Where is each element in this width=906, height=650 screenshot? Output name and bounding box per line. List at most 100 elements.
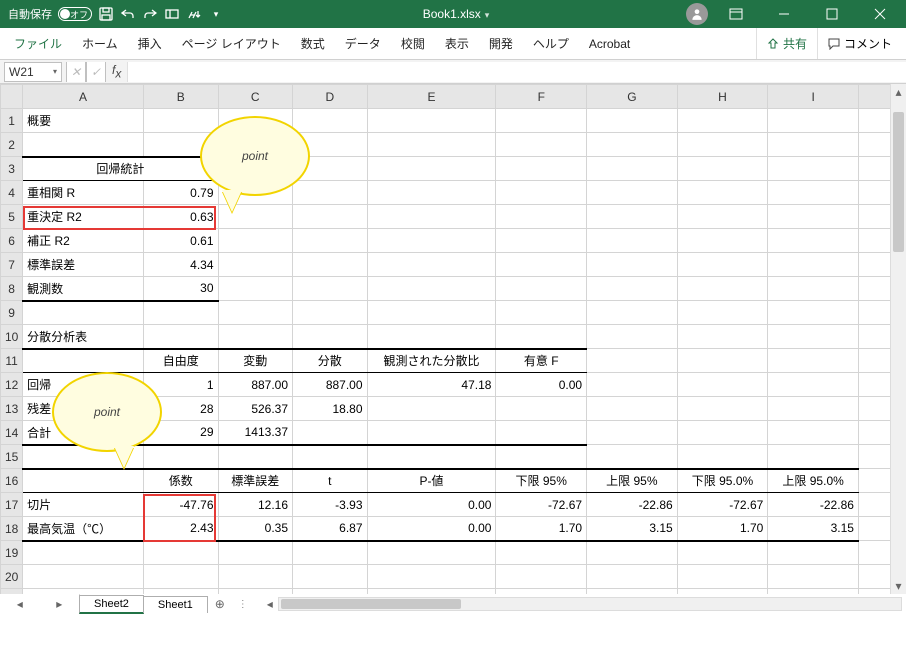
- cell[interactable]: [293, 541, 368, 565]
- scroll-up-icon[interactable]: ▴: [891, 84, 906, 100]
- confirm-icon[interactable]: ✓: [86, 62, 106, 82]
- cell[interactable]: 4.34: [143, 253, 218, 277]
- cell[interactable]: 上限 95%: [587, 469, 678, 493]
- cell[interactable]: [496, 253, 587, 277]
- cell[interactable]: [587, 133, 678, 157]
- tab-view[interactable]: 表示: [435, 28, 479, 59]
- redo-icon[interactable]: [142, 6, 158, 22]
- col-header[interactable]: E: [367, 85, 496, 109]
- row-header[interactable]: 16: [1, 469, 23, 493]
- cell[interactable]: 18.80: [293, 397, 368, 421]
- cell[interactable]: [677, 397, 768, 421]
- col-header[interactable]: A: [23, 85, 144, 109]
- cell[interactable]: 526.37: [218, 397, 293, 421]
- cell[interactable]: [768, 565, 859, 589]
- cell[interactable]: [23, 349, 144, 373]
- cell[interactable]: 1.70: [496, 517, 587, 541]
- cell[interactable]: -47.76: [143, 493, 218, 517]
- cell[interactable]: [293, 565, 368, 589]
- cell[interactable]: [367, 421, 496, 445]
- cell[interactable]: -72.67: [677, 493, 768, 517]
- cell[interactable]: 0.00: [367, 517, 496, 541]
- cell[interactable]: t: [293, 469, 368, 493]
- row-header[interactable]: 13: [1, 397, 23, 421]
- cell[interactable]: 観測された分散比: [367, 349, 496, 373]
- cell[interactable]: [587, 109, 678, 133]
- cell[interactable]: [496, 445, 587, 469]
- cell[interactable]: [768, 157, 859, 181]
- tab-acrobat[interactable]: Acrobat: [579, 28, 640, 59]
- cell[interactable]: [677, 445, 768, 469]
- cell[interactable]: [218, 253, 293, 277]
- cell[interactable]: 観測数: [23, 277, 144, 301]
- cell[interactable]: [768, 133, 859, 157]
- cell[interactable]: [367, 325, 496, 349]
- cell[interactable]: [218, 325, 293, 349]
- cell[interactable]: 12.16: [218, 493, 293, 517]
- cell[interactable]: [143, 541, 218, 565]
- sheet-nav-prev-icon[interactable]: ◂: [17, 597, 23, 611]
- cell[interactable]: [143, 565, 218, 589]
- cell[interactable]: [768, 205, 859, 229]
- cell[interactable]: 概要: [23, 109, 144, 133]
- tab-insert[interactable]: 挿入: [128, 28, 172, 59]
- row-header[interactable]: 15: [1, 445, 23, 469]
- cell[interactable]: [768, 373, 859, 397]
- cell[interactable]: [23, 541, 144, 565]
- cell[interactable]: [677, 301, 768, 325]
- cell[interactable]: [587, 253, 678, 277]
- row-header[interactable]: 5: [1, 205, 23, 229]
- row-header[interactable]: 10: [1, 325, 23, 349]
- undo-icon[interactable]: [120, 6, 136, 22]
- cell[interactable]: 0.63: [143, 205, 218, 229]
- cell[interactable]: 自由度: [143, 349, 218, 373]
- autosave-toggle[interactable]: オフ: [58, 7, 92, 21]
- cell[interactable]: [293, 205, 368, 229]
- cell[interactable]: [367, 181, 496, 205]
- cell[interactable]: [293, 253, 368, 277]
- cell[interactable]: [768, 349, 859, 373]
- cell[interactable]: 標準誤差: [218, 469, 293, 493]
- col-header[interactable]: F: [496, 85, 587, 109]
- ribbon-display-icon[interactable]: [716, 0, 756, 28]
- cancel-icon[interactable]: ✕: [66, 62, 86, 82]
- cell[interactable]: [367, 253, 496, 277]
- cell[interactable]: -22.86: [768, 493, 859, 517]
- cell[interactable]: -3.93: [293, 493, 368, 517]
- cell[interactable]: [768, 181, 859, 205]
- cell[interactable]: 標準誤差: [23, 253, 144, 277]
- cell[interactable]: [293, 325, 368, 349]
- row-header[interactable]: 7: [1, 253, 23, 277]
- cell[interactable]: P-値: [367, 469, 496, 493]
- cell[interactable]: [587, 157, 678, 181]
- cell[interactable]: [768, 253, 859, 277]
- cell[interactable]: 変動: [218, 349, 293, 373]
- cell[interactable]: [768, 229, 859, 253]
- cell[interactable]: [23, 469, 144, 493]
- row-header[interactable]: 18: [1, 517, 23, 541]
- cell[interactable]: [587, 205, 678, 229]
- save-icon[interactable]: [98, 6, 114, 22]
- cell[interactable]: [367, 301, 496, 325]
- cell[interactable]: [218, 565, 293, 589]
- cell[interactable]: [587, 541, 678, 565]
- row-header[interactable]: 2: [1, 133, 23, 157]
- row-header[interactable]: 4: [1, 181, 23, 205]
- cell[interactable]: 重相関 R: [23, 181, 144, 205]
- cell[interactable]: [768, 421, 859, 445]
- cell[interactable]: 2.43: [143, 517, 218, 541]
- vertical-scrollbar[interactable]: ▴ ▾: [890, 84, 906, 594]
- cell[interactable]: 下限 95%: [496, 469, 587, 493]
- tab-data[interactable]: データ: [335, 28, 391, 59]
- cell[interactable]: [677, 205, 768, 229]
- cell[interactable]: [496, 109, 587, 133]
- cell[interactable]: 0.35: [218, 517, 293, 541]
- qat-icon-1[interactable]: [164, 6, 180, 22]
- cell[interactable]: [677, 421, 768, 445]
- cell[interactable]: [677, 277, 768, 301]
- cell[interactable]: [23, 565, 144, 589]
- row-header[interactable]: 17: [1, 493, 23, 517]
- tab-file[interactable]: ファイル: [4, 28, 72, 59]
- cell[interactable]: [293, 301, 368, 325]
- row-header[interactable]: 8: [1, 277, 23, 301]
